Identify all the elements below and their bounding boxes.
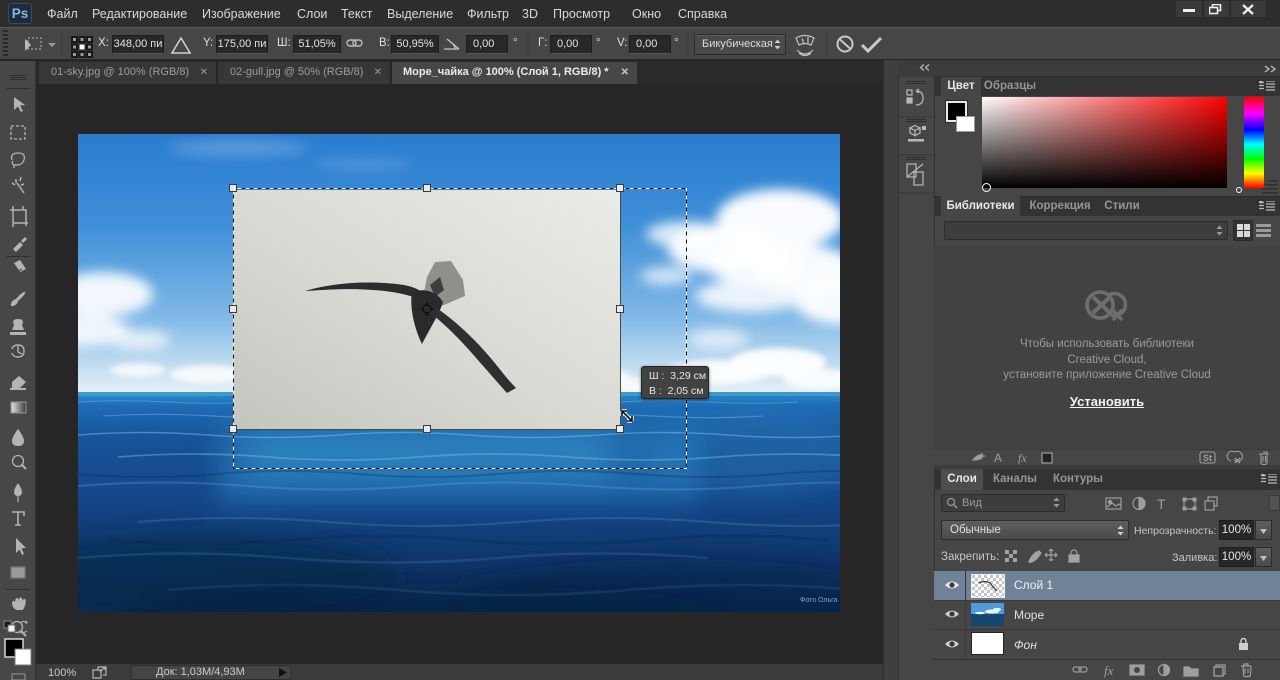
svg-text:St: St bbox=[1203, 453, 1212, 463]
svg-text:Фото Ольга Эпова ©: Фото Ольга Эпова © bbox=[800, 596, 840, 604]
svg-text:fx: fx bbox=[1104, 663, 1114, 678]
svg-text:fx: fx bbox=[1018, 451, 1027, 465]
svg-text:T: T bbox=[1157, 496, 1166, 512]
svg-text:A: A bbox=[994, 451, 1002, 465]
